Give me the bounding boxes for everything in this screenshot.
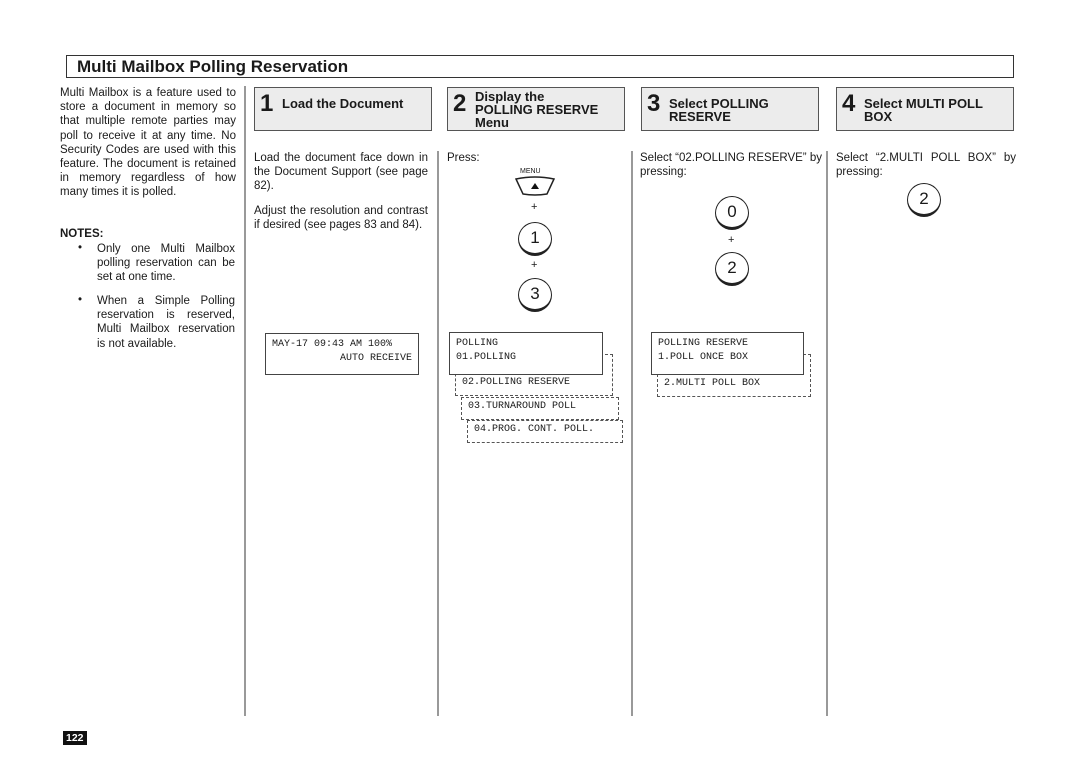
plus-sign: + (728, 234, 735, 246)
lcd-option: 03.TURNAROUND POLL (461, 397, 619, 420)
step-title: Select MULTI POLL BOX (864, 97, 983, 123)
step-number: 1 (260, 90, 274, 117)
column-divider (631, 151, 633, 716)
key-button-3[interactable]: 3 (518, 278, 552, 312)
bullet-icon: • (78, 242, 83, 254)
lcd-line: 01.POLLING (456, 352, 517, 363)
step-title: Display the POLLING RESERVE Menu (475, 90, 598, 129)
step-3-header: 3 Select POLLING RESERVE (641, 87, 819, 131)
step-title: Load the Document (282, 96, 404, 111)
step-number: 4 (842, 90, 856, 117)
step-title: Select POLLING RESERVE (669, 97, 769, 123)
lcd-display: POLLING 01.POLLING (449, 332, 603, 375)
plus-sign: + (531, 259, 538, 271)
lcd-display: POLLING RESERVE 1.POLL ONCE BOX (651, 332, 804, 375)
title-line: Menu (475, 115, 509, 130)
step-number: 3 (647, 90, 661, 117)
step-2-instruction: Press: (447, 152, 480, 164)
menu-key-button[interactable] (514, 176, 556, 196)
key-button-0[interactable]: 0 (715, 196, 749, 230)
column-divider (826, 151, 828, 716)
notes-label: NOTES: (60, 228, 104, 240)
plus-sign: + (531, 201, 538, 213)
note-item: When a Simple Polling reservation is res… (97, 295, 235, 350)
key-button-1[interactable]: 1 (518, 222, 552, 256)
intro-text: Multi Mailbox is a feature used to store… (60, 87, 236, 199)
menu-key-label: MENU (520, 168, 541, 175)
step-4-instruction: Select “2.MULTI POLL BOX” by pressing: (836, 152, 1016, 179)
step-1-header: 1 Load the Document (254, 87, 432, 131)
page-number: 122 (63, 731, 87, 745)
step-number: 2 (453, 90, 467, 117)
key-button-2[interactable]: 2 (715, 252, 749, 286)
bullet-icon: • (78, 294, 83, 306)
lcd-line: AUTO RECEIVE (339, 353, 412, 364)
lcd-option: 04.PROG. CONT. POLL. (467, 420, 623, 443)
title-line: BOX (864, 109, 893, 124)
step-2-header: 2 Display the POLLING RESERVE Menu (447, 87, 625, 131)
step-1-text: Load the document face down in the Docum… (254, 152, 428, 193)
lcd-display: MAY-17 09:43 AM 100% AUTO RECEIVE (265, 333, 419, 375)
step-3-instruction: Select “02.POLLING RESERVE” by pressing: (640, 152, 822, 179)
lcd-line: 1.POLL ONCE BOX (658, 352, 749, 363)
note-item: Only one Multi Mailbox polling reservati… (97, 243, 235, 284)
page-title: Multi Mailbox Polling Reservation (66, 55, 1014, 78)
lcd-line: POLLING RESERVE (658, 338, 749, 349)
lcd-line: POLLING (456, 338, 499, 349)
lcd-line: MAY-17 09:43 AM 100% (272, 339, 393, 350)
column-divider (437, 151, 439, 716)
key-button-2[interactable]: 2 (907, 183, 941, 217)
column-divider (244, 86, 246, 716)
step-1-text: Adjust the resolution and contrast if de… (254, 205, 428, 232)
title-line: RESERVE (669, 109, 731, 124)
step-4-header: 4 Select MULTI POLL BOX (836, 87, 1014, 131)
